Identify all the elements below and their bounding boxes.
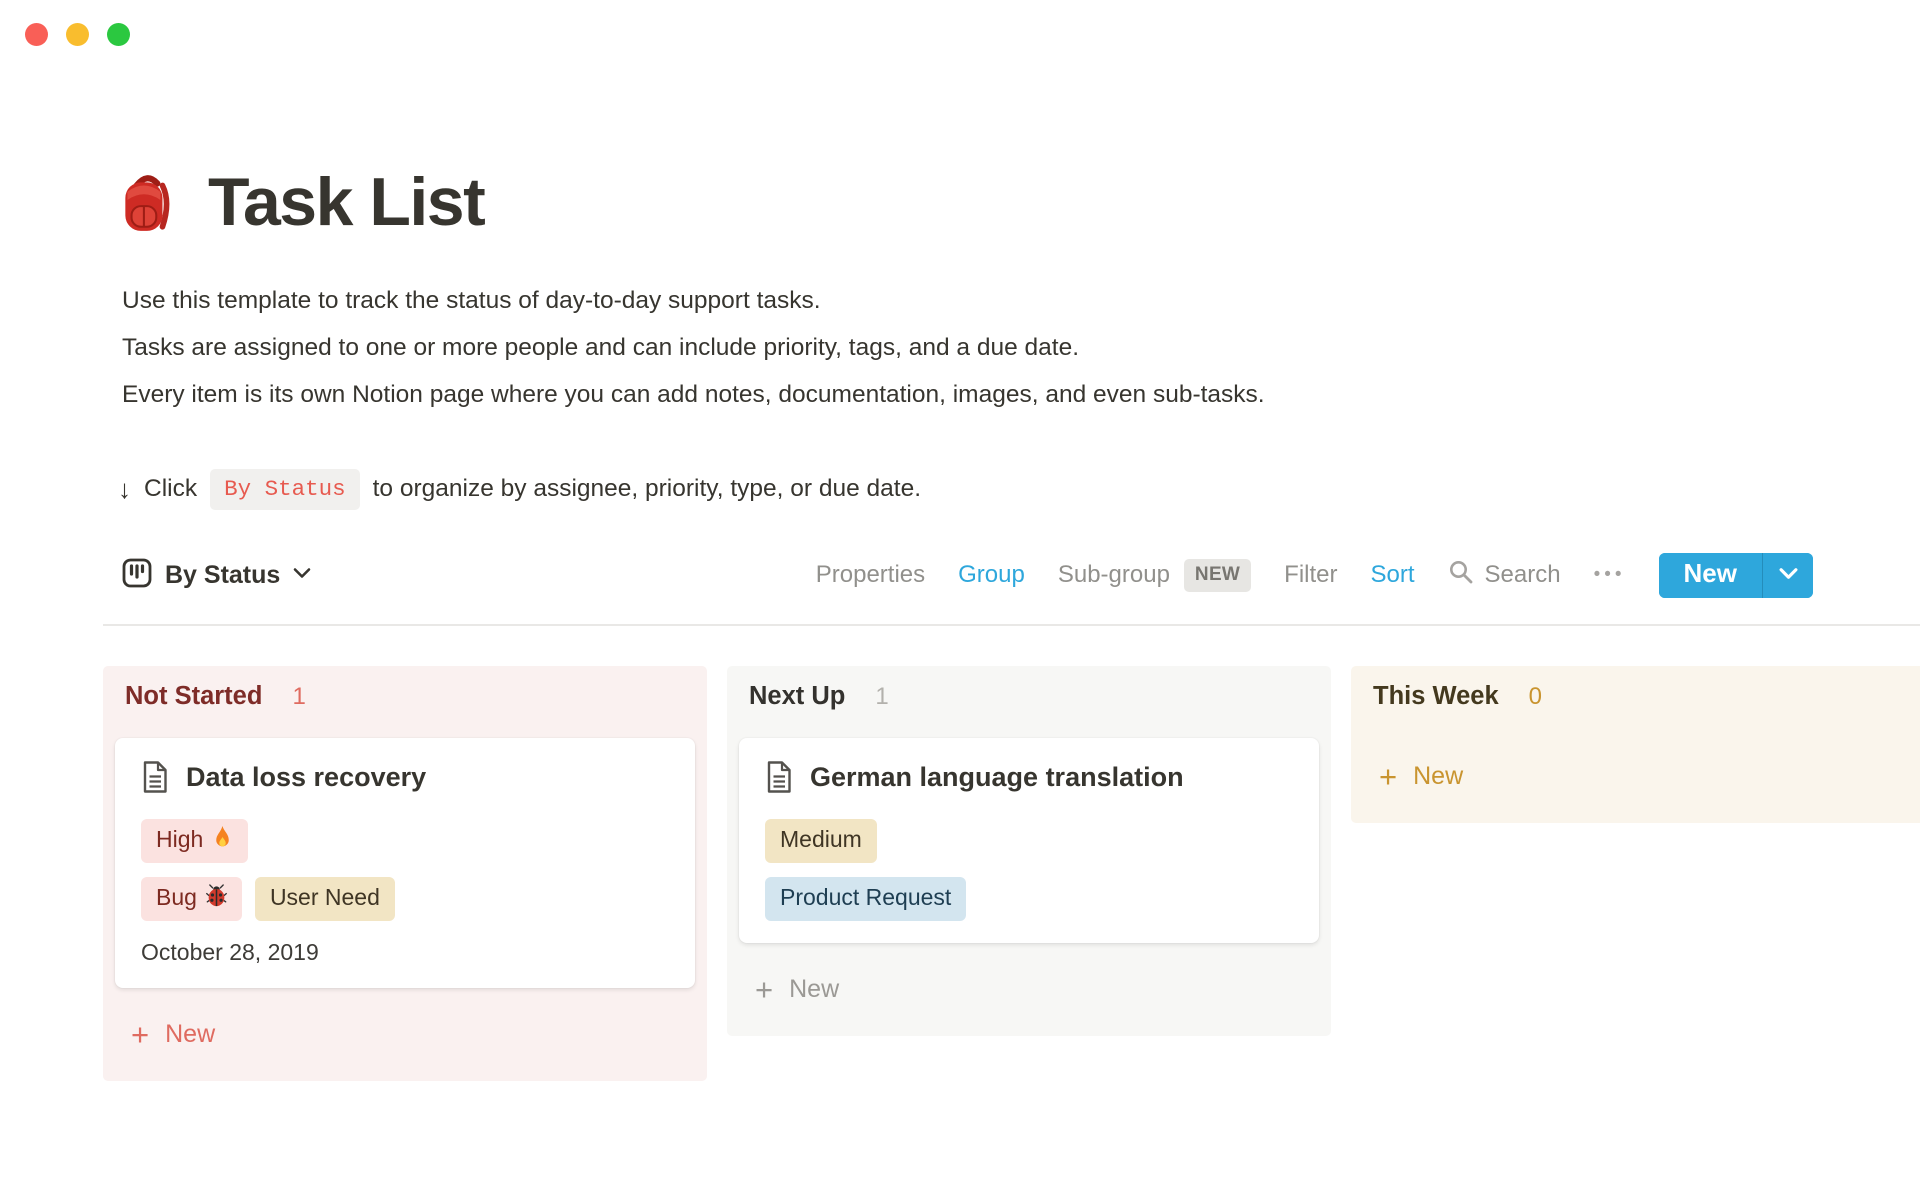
column-header: This Week 0 [1373, 682, 1920, 716]
add-new-label: New [1413, 762, 1463, 791]
view-selector[interactable]: By Status [122, 558, 311, 593]
column-count: 0 [1529, 683, 1542, 711]
toolbar-item-subgroup-label: Sub-group [1058, 561, 1170, 589]
tag-row: Bug [141, 877, 669, 921]
description-line: Every item is its own Notion page where … [122, 380, 1920, 410]
add-new-card-button[interactable]: + New [131, 1020, 215, 1049]
card-title: German language translation [810, 760, 1184, 794]
column-title: This Week [1373, 682, 1499, 711]
tag-label: Medium [780, 826, 862, 853]
inline-code-chip: By Status [210, 469, 360, 510]
tag-row: Medium [765, 819, 1293, 863]
new-dropdown-button[interactable] [1762, 553, 1813, 598]
fire-icon [212, 825, 233, 854]
tag-user-need: User Need [255, 877, 395, 921]
toolbar-divider [103, 624, 1920, 626]
board-column-next-up: Next Up 1 German language translation [727, 666, 1331, 1036]
toolbar-item-properties[interactable]: Properties [816, 561, 925, 589]
instruction-click-label: Click [144, 475, 197, 503]
tag-label: Bug [156, 884, 197, 911]
tag-bug: Bug [141, 877, 242, 921]
ladybug-icon [206, 884, 227, 911]
page-description: Use this template to track the status of… [122, 286, 1920, 410]
kanban-board: Not Started 1 Data loss recovery [103, 666, 1920, 1081]
tag-label: High [156, 826, 203, 853]
description-line: Tasks are assigned to one or more people… [122, 333, 1920, 363]
close-button[interactable] [25, 23, 48, 46]
board-column-this-week: This Week 0 + New [1351, 666, 1920, 823]
tag-row: High [141, 819, 669, 863]
tag-row: Product Request [765, 877, 1293, 921]
add-new-card-button[interactable]: + New [1379, 762, 1463, 791]
board-view-icon [122, 558, 152, 593]
tag-label: User Need [270, 884, 380, 911]
chevron-down-icon [1779, 567, 1798, 583]
toolbar-item-group[interactable]: Group [958, 561, 1025, 589]
column-count: 1 [875, 683, 888, 711]
search-label: Search [1485, 561, 1561, 589]
add-new-label: New [789, 975, 839, 1004]
description-line: Use this template to track the status of… [122, 286, 1920, 316]
board-column-not-started: Not Started 1 Data loss recovery [103, 666, 707, 1081]
toolbar-actions: Properties Group Sub-group NEW Filter So… [816, 553, 1813, 598]
page-title: Task List [208, 160, 484, 244]
tag-label: Product Request [780, 884, 951, 911]
maximize-button[interactable] [107, 23, 130, 46]
backpack-icon[interactable] [114, 169, 180, 235]
toolbar-item-filter[interactable]: Filter [1284, 561, 1337, 589]
column-title: Not Started [125, 682, 262, 711]
column-header: Next Up 1 [749, 682, 1319, 716]
page-header: Task List [114, 160, 1920, 244]
down-arrow-icon: ↓ [118, 474, 131, 505]
app-window: Task List Use this template to track the… [0, 0, 1920, 1200]
new-button-group: New [1659, 553, 1813, 598]
page-document-icon [765, 761, 793, 798]
chevron-down-icon [293, 566, 311, 584]
task-card-data-loss-recovery[interactable]: Data loss recovery High [115, 738, 695, 988]
search-button[interactable]: Search [1448, 559, 1561, 592]
toolbar-item-subgroup[interactable]: Sub-group NEW [1058, 559, 1251, 592]
card-title-row: Data loss recovery [141, 760, 669, 798]
tag-high: High [141, 819, 248, 863]
instruction-rest: to organize by assignee, priority, type,… [373, 475, 921, 503]
toolbar-item-sort[interactable]: Sort [1371, 561, 1415, 589]
plus-icon: + [755, 977, 773, 1002]
plus-icon: + [131, 1022, 149, 1047]
minimize-button[interactable] [66, 23, 89, 46]
plus-icon: + [1379, 764, 1397, 789]
add-new-card-button[interactable]: + New [755, 975, 839, 1004]
card-title: Data loss recovery [186, 760, 426, 794]
page-document-icon [141, 761, 169, 798]
new-button[interactable]: New [1659, 553, 1762, 598]
new-feature-badge: NEW [1184, 559, 1251, 592]
column-header: Not Started 1 [125, 682, 695, 716]
view-selector-label: By Status [165, 561, 280, 590]
window-controls [25, 23, 130, 46]
task-card-german-language-translation[interactable]: German language translation Medium Produ… [739, 738, 1319, 943]
more-options-button[interactable]: ••• [1594, 564, 1626, 586]
card-due-date: October 28, 2019 [141, 939, 669, 966]
card-title-row: German language translation [765, 760, 1293, 798]
tag-medium: Medium [765, 819, 877, 863]
collection-toolbar: By Status Properties Group Sub-group NEW… [122, 552, 1813, 598]
tag-product-request: Product Request [765, 877, 966, 921]
search-icon [1448, 559, 1474, 592]
ellipsis-icon: ••• [1594, 564, 1626, 585]
column-count: 1 [292, 683, 305, 711]
add-new-label: New [165, 1020, 215, 1049]
column-title: Next Up [749, 682, 845, 711]
instruction-line: ↓ Click By Status to organize by assigne… [118, 466, 1920, 512]
